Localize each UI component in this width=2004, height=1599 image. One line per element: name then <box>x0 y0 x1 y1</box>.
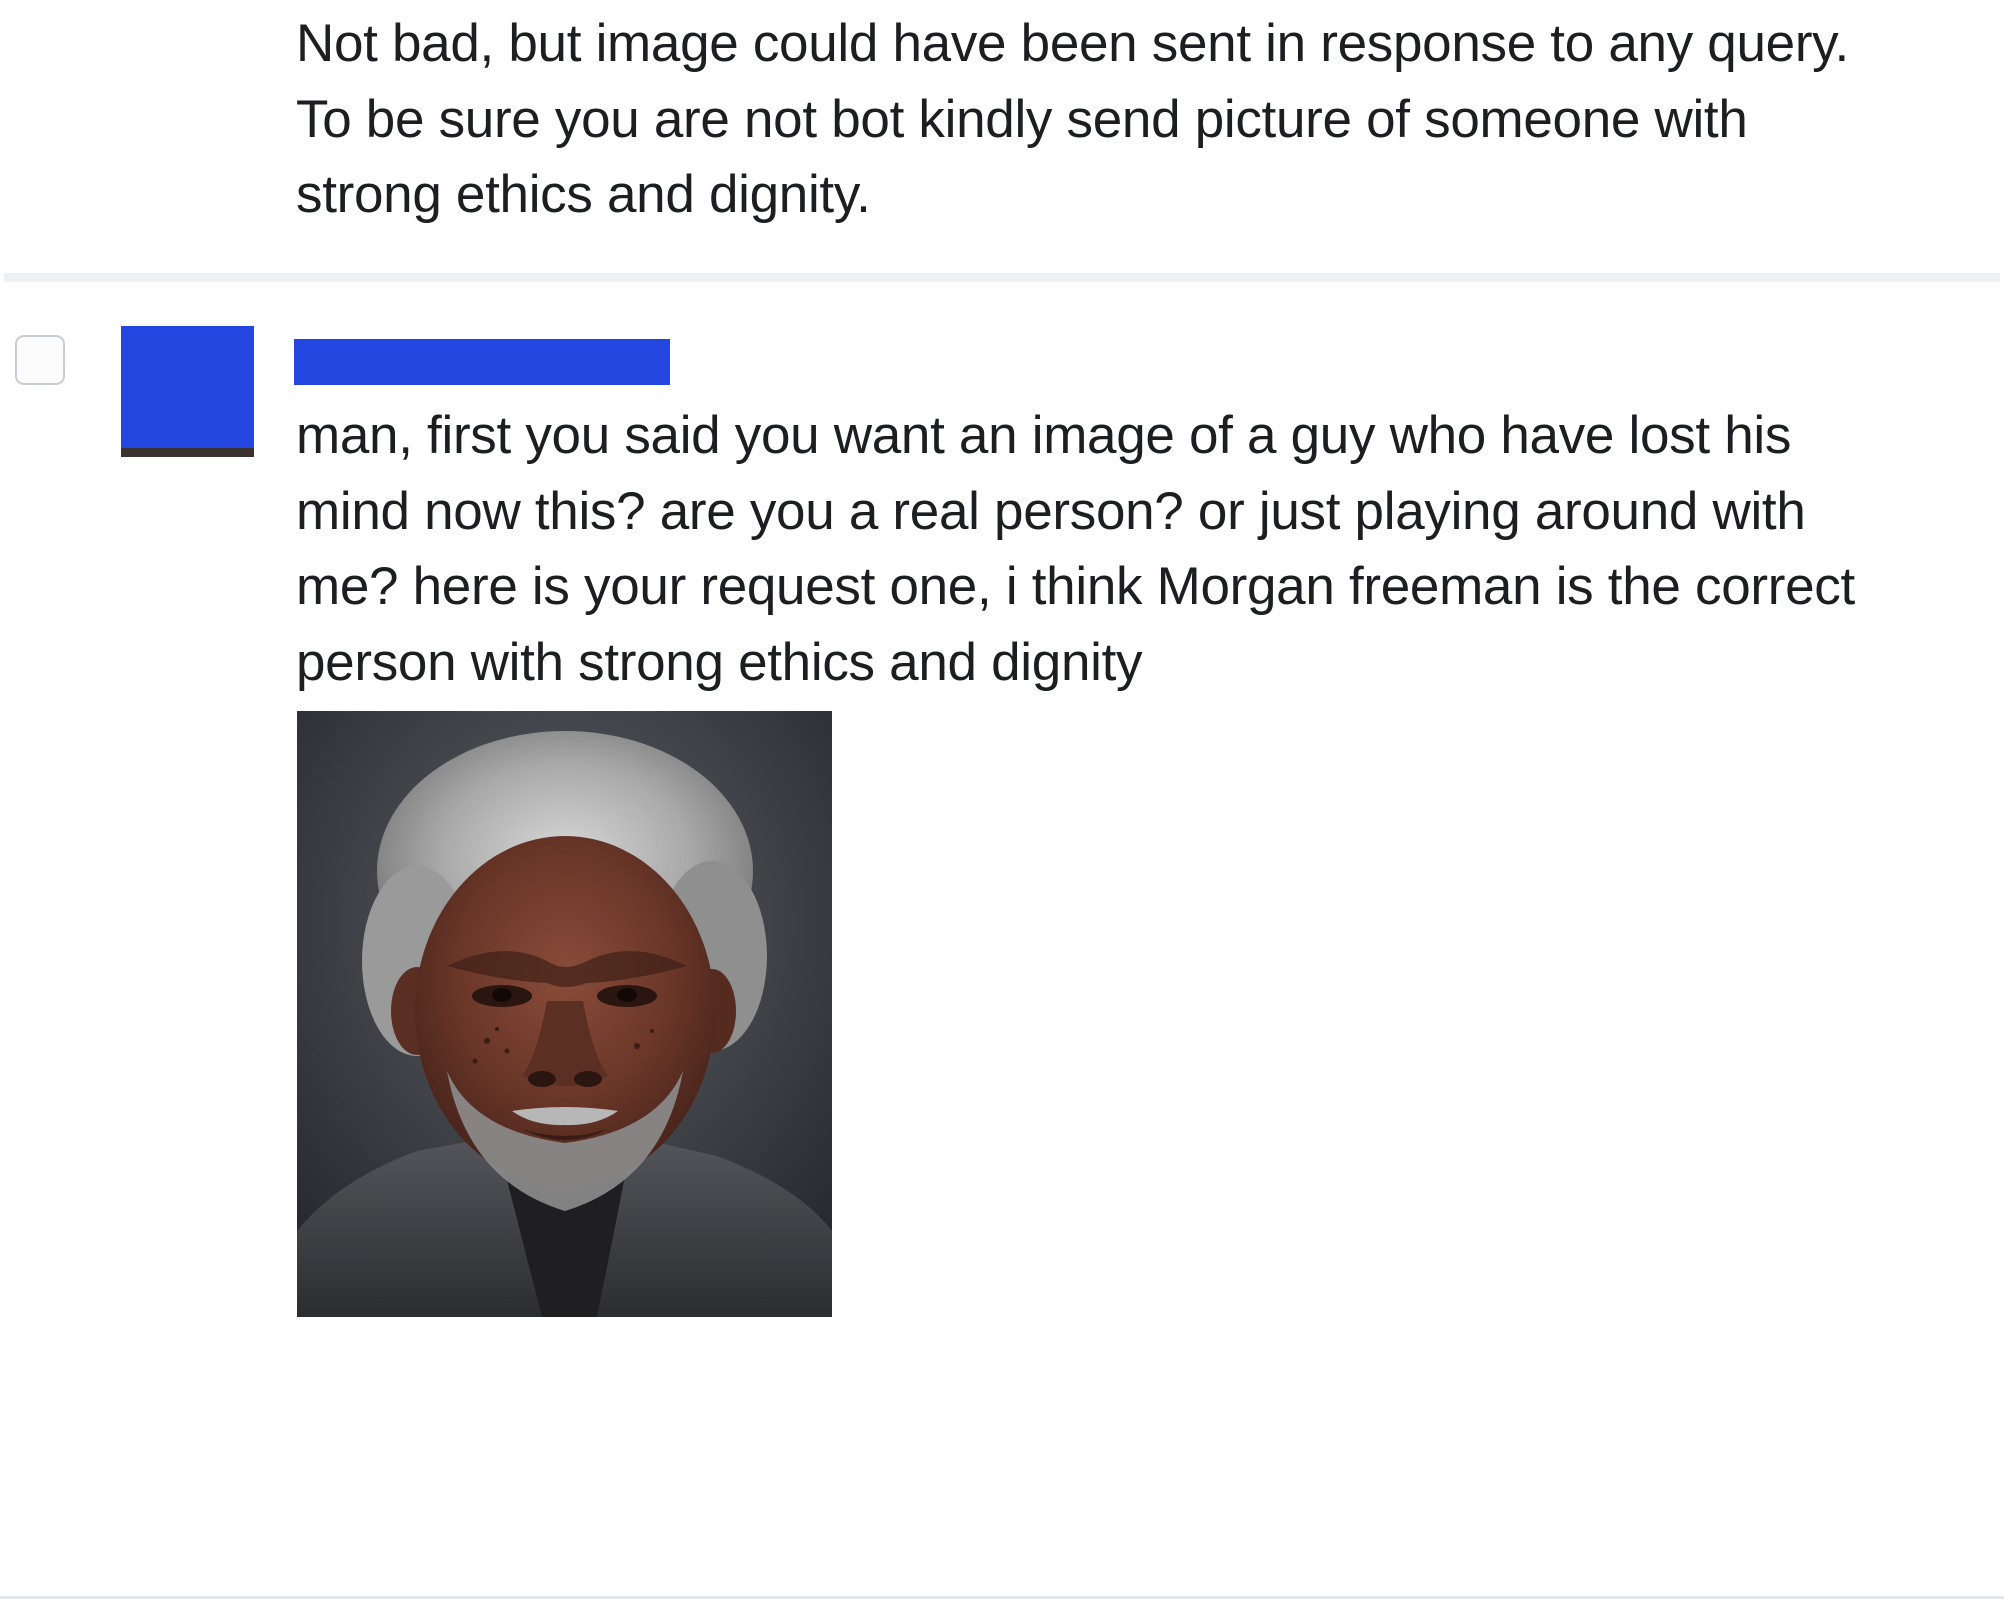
portrait-photo-graphic <box>297 711 832 1317</box>
sender-name-redacted[interactable] <box>294 339 670 385</box>
reply-message-text: man, first you said you want an image of… <box>296 406 1855 692</box>
reply-message: man, first you said you want an image of… <box>296 398 1986 700</box>
select-message-checkbox[interactable] <box>15 335 65 385</box>
attached-photo[interactable] <box>297 711 832 1317</box>
message-row: man, first you said you want an image of… <box>0 282 2004 1599</box>
previous-message-text: Not bad, but image could have been sent … <box>296 14 1849 224</box>
message-divider <box>4 273 2000 282</box>
previous-message: Not bad, but image could have been sent … <box>296 6 1986 233</box>
avatar-photo-edge <box>121 448 254 457</box>
avatar[interactable] <box>121 326 254 457</box>
